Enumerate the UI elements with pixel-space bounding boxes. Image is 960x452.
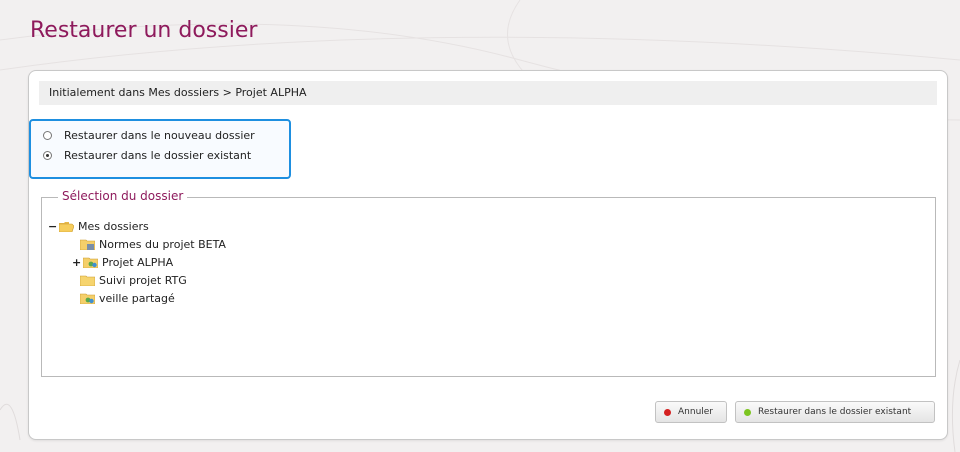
collapse-icon[interactable]: − [48,220,57,233]
shared-users-folder-icon [80,293,95,304]
tree-node-label: Mes dossiers [78,220,149,233]
tree-node-mes-dossiers[interactable]: − Mes dossiers [48,220,149,233]
tree-node-veille-partage[interactable]: veille partagé [78,292,175,305]
folder-selection-fieldset: Sélection du dossier − Mes dossiers Norm… [41,189,936,377]
radio-button-checked[interactable] [43,151,52,160]
page-title: Restaurer un dossier [30,18,258,43]
green-dot-icon [744,408,751,416]
shared-users-folder-icon [83,257,98,268]
restore-option-new-folder[interactable]: Restaurer dans le nouveau dossier [43,129,255,142]
folder-selection-legend: Sélection du dossier [58,189,188,203]
original-location-bar: Initialement dans Mes dossiers > Projet … [39,81,937,105]
shared-folder-icon [80,239,95,250]
restore-option-label: Restaurer dans le nouveau dossier [64,129,255,142]
red-dot-icon [664,408,671,416]
tree-node-label: Projet ALPHA [102,256,174,269]
folder-icon [80,275,95,286]
restore-option-group: Restaurer dans le nouveau dossier Restau… [29,119,291,179]
cancel-button-label: Annuler [678,407,714,417]
restore-option-label: Restaurer dans le dossier existant [64,149,252,162]
tree-node-label: Suivi projet RTG [99,274,187,287]
tree-node-label: veille partagé [99,292,175,305]
restore-panel: Initialement dans Mes dossiers > Projet … [28,70,948,440]
restore-button-label: Restaurer dans le dossier existant [758,407,912,417]
tree-node-projet-alpha[interactable]: + Projet ALPHA [72,256,173,269]
restore-option-existing-folder[interactable]: Restaurer dans le dossier existant [43,149,251,162]
tree-node-label: Normes du projet BETA [99,238,226,251]
radio-button[interactable] [43,131,52,140]
tree-node-suivi-projet-rtg[interactable]: Suivi projet RTG [78,274,187,287]
tree-node-normes-projet-beta[interactable]: Normes du projet BETA [78,238,226,251]
restore-existing-folder-button[interactable]: Restaurer dans le dossier existant [735,401,935,423]
open-folder-icon [59,222,74,232]
expand-icon[interactable]: + [72,256,81,269]
cancel-button[interactable]: Annuler [655,401,727,423]
